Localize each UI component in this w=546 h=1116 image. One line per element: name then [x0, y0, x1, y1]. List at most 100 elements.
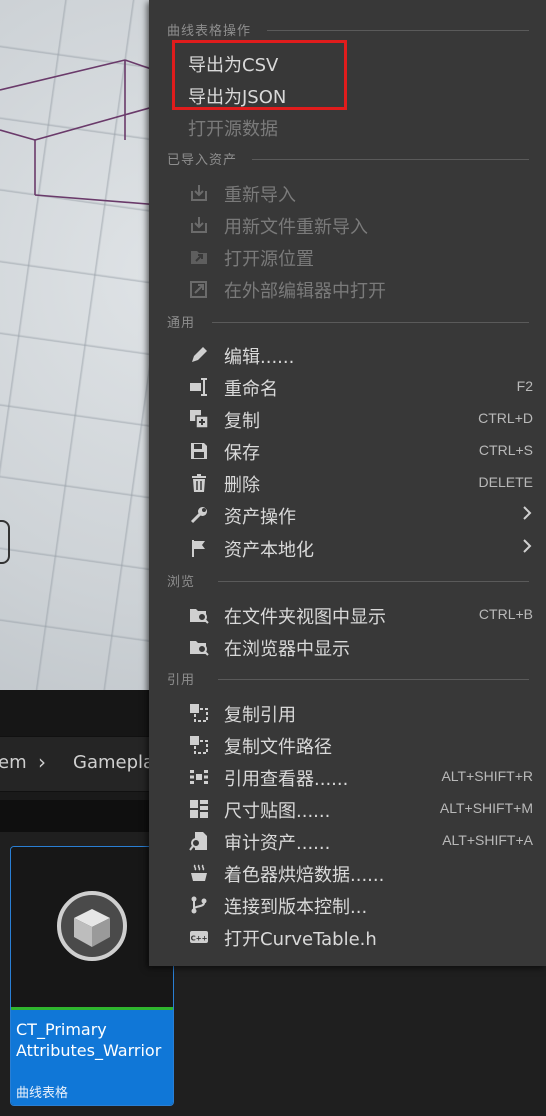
- menu-item-delete[interactable]: 删除 DELETE: [149, 466, 546, 498]
- menu-item-label: 在外部编辑器中打开: [224, 281, 386, 302]
- cpp-file-icon: C++: [190, 931, 208, 943]
- menu-item-reimport[interactable]: 重新导入: [149, 176, 546, 208]
- section-divider: [218, 679, 529, 680]
- menu-item-open-header[interactable]: C++ 打开CurveTable.h: [149, 920, 546, 952]
- actor-outline: [0, 520, 10, 564]
- wrench-icon: [190, 507, 207, 524]
- section-title: 引用: [167, 673, 196, 688]
- menu-item-shortcut: ALT+SHIFT+R: [441, 768, 533, 784]
- reference-viewer-icon: [190, 770, 208, 784]
- section-divider: [212, 322, 529, 323]
- flag-icon: [192, 540, 205, 557]
- chevron-right-icon: [523, 539, 532, 553]
- branch-icon: [191, 896, 207, 914]
- menu-item-reimport-new-file[interactable]: 用新文件重新导入: [149, 208, 546, 240]
- rename-icon: [190, 378, 207, 396]
- menu-item-rename[interactable]: 重命名 F2: [149, 370, 546, 402]
- menu-item-shortcut: CTRL+B: [478, 606, 533, 622]
- menu-item-asset-actions[interactable]: 资产操作: [149, 498, 546, 530]
- section-title: 已导入资产: [167, 153, 238, 168]
- menu-item-label: 复制引用: [224, 705, 296, 726]
- audit-icon: [189, 832, 207, 851]
- size-map-icon: [190, 800, 208, 818]
- section-header-curve-table: 曲线表格操作: [167, 20, 529, 40]
- menu-item-label: 用新文件重新导入: [224, 217, 368, 238]
- chevron-right-icon: ›: [38, 750, 46, 774]
- menu-item-open-source-data[interactable]: 打开源数据: [149, 110, 546, 142]
- section-divider: [267, 30, 529, 31]
- menu-item-label: 资产本地化: [224, 540, 314, 561]
- section-header-reference: 引用: [167, 669, 529, 689]
- highlight-box: [172, 40, 347, 110]
- menu-item-label: 引用查看器......: [224, 769, 349, 790]
- folder-search-icon: [190, 641, 209, 656]
- context-menu: 曲线表格操作 导出为CSV 导出为JSON 打开源数据 已导入资产 重新导入 用…: [149, 0, 546, 966]
- menu-item-label: 连接到版本控制...: [224, 897, 368, 918]
- section-title: 浏览: [167, 575, 196, 590]
- menu-item-shortcut: DELETE: [478, 474, 533, 490]
- pencil-icon: [192, 347, 207, 362]
- duplicate-icon: [190, 410, 209, 429]
- asset-type: 曲线表格: [16, 1086, 69, 1101]
- svg-text:C++: C++: [191, 935, 208, 943]
- menu-item-label: 编辑......: [224, 347, 295, 368]
- menu-item-label: 尺寸贴图......: [224, 801, 331, 822]
- menu-item-label: 重命名: [224, 379, 278, 400]
- menu-item-label: 保存: [224, 443, 260, 464]
- breadcrumb-item[interactable]: em: [0, 752, 27, 773]
- trash-icon: [192, 474, 206, 492]
- menu-item-copy-file-path[interactable]: 复制文件路径: [149, 728, 546, 760]
- menu-item-label: 打开源数据: [188, 119, 278, 140]
- section-header-browse: 浏览: [167, 571, 529, 591]
- menu-item-label: 在浏览器中显示: [224, 639, 350, 660]
- menu-item-label: 资产操作: [224, 507, 296, 528]
- bake-icon: [191, 864, 207, 881]
- menu-item-edit[interactable]: 编辑......: [149, 338, 546, 370]
- external-open-icon: [190, 281, 207, 298]
- menu-item-shortcut: CTRL+S: [478, 442, 533, 458]
- menu-item-shortcut: F2: [516, 378, 533, 394]
- cube-icon: [74, 909, 110, 947]
- menu-item-shortcut: ALT+SHIFT+A: [442, 832, 533, 848]
- copy-reference-icon: [190, 704, 208, 722]
- menu-item-copy-reference[interactable]: 复制引用: [149, 696, 546, 728]
- section-title: 曲线表格操作: [167, 24, 252, 39]
- menu-item-label: 删除: [224, 475, 260, 496]
- section-divider: [218, 581, 529, 582]
- reimport-icon: [191, 185, 207, 201]
- section-header-common: 通用: [167, 312, 529, 332]
- menu-item-shortcut: ALT+SHIFT+M: [439, 800, 533, 816]
- copy-path-icon: [190, 736, 208, 754]
- menu-item-label: 复制: [224, 411, 260, 432]
- folder-search-icon: [190, 609, 209, 624]
- asset-info: CT_Primary Attributes_Warrior 曲线表格: [11, 1010, 173, 1105]
- menu-item-reference-viewer[interactable]: 引用查看器...... ALT+SHIFT+R: [149, 760, 546, 792]
- menu-item-audit-assets[interactable]: 审计资产...... ALT+SHIFT+A: [149, 824, 546, 856]
- menu-item-shortcut: CTRL+D: [478, 410, 533, 426]
- wireframe-volume: [0, 59, 160, 206]
- menu-item-show-in-folder-view[interactable]: 在文件夹视图中显示 CTRL+B: [149, 598, 546, 630]
- menu-item-label: 着色器烘焙数据......: [224, 865, 385, 886]
- chevron-right-icon: [523, 506, 532, 520]
- menu-item-shader-bake[interactable]: 着色器烘焙数据......: [149, 856, 546, 888]
- menu-item-label: 在文件夹视图中显示: [224, 607, 386, 628]
- folder-arrow-icon: [191, 251, 207, 264]
- asset-name: CT_Primary Attributes_Warrior: [16, 1020, 162, 1060]
- menu-item-size-map[interactable]: 尺寸贴图...... ALT+SHIFT+M: [149, 792, 546, 824]
- menu-item-asset-localization[interactable]: 资产本地化: [149, 531, 546, 563]
- menu-item-open-source-location[interactable]: 打开源位置: [149, 240, 546, 272]
- menu-item-save[interactable]: 保存 CTRL+S: [149, 434, 546, 466]
- menu-item-label: 审计资产......: [224, 833, 331, 854]
- menu-item-label: 打开源位置: [224, 249, 314, 270]
- menu-item-label: 重新导入: [224, 185, 296, 206]
- save-icon: [191, 443, 207, 459]
- menu-item-label: 复制文件路径: [224, 737, 332, 758]
- menu-item-duplicate[interactable]: 复制 CTRL+D: [149, 402, 546, 434]
- menu-item-show-in-explorer[interactable]: 在浏览器中显示: [149, 630, 546, 662]
- menu-item-connect-source-control[interactable]: 连接到版本控制...: [149, 888, 546, 920]
- reimport-icon: [191, 217, 207, 233]
- menu-item-label: 打开CurveTable.h: [224, 929, 377, 950]
- menu-item-open-external-editor[interactable]: 在外部编辑器中打开: [149, 272, 546, 304]
- section-header-imported: 已导入资产: [167, 149, 529, 169]
- section-title: 通用: [167, 316, 196, 331]
